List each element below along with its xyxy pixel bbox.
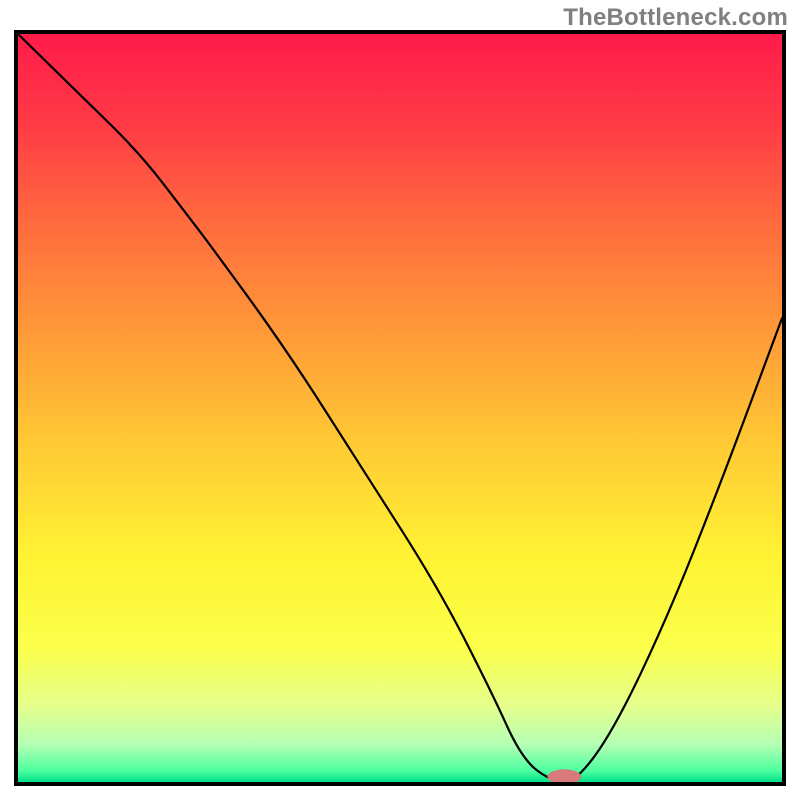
chart-frame: TheBottleneck.com: [0, 0, 800, 800]
watermark-text: TheBottleneck.com: [563, 4, 788, 32]
plot-area: [14, 30, 786, 786]
plot-svg: [18, 34, 782, 782]
